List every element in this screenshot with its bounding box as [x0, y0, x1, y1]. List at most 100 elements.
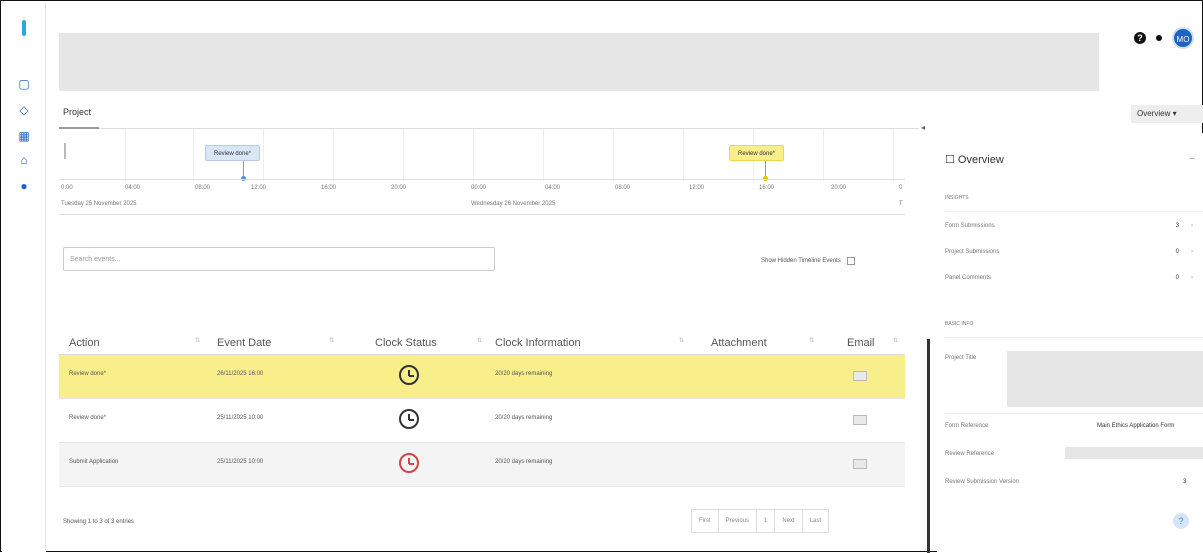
- chat-help-icon[interactable]: ?: [1173, 513, 1189, 529]
- sort-icon[interactable]: ⇅: [679, 337, 684, 344]
- column-header-clock-status[interactable]: Clock Status: [375, 337, 437, 349]
- insight-count: 3: [1175, 223, 1179, 229]
- insight-row[interactable]: Project Submissions 0 ›: [945, 249, 1199, 267]
- divider: [945, 337, 1203, 338]
- show-hidden-label: Show Hidden Timeline Events: [761, 258, 841, 264]
- clock-icon: [399, 453, 419, 473]
- form-reference-label: Form Reference: [945, 423, 989, 429]
- table-header: Action ⇅ Event Date ⇅ Clock Status ⇅ Clo…: [59, 333, 905, 355]
- search-input[interactable]: Search events...: [63, 247, 495, 271]
- clock-icon: [399, 365, 419, 385]
- left-rail: ▢ ◇ ▦ ⌂ ●: [2, 2, 46, 552]
- timeline-gridline: [823, 129, 824, 181]
- pagination-last[interactable]: Last: [803, 510, 828, 532]
- section-basic-info: BASIC INFO: [945, 321, 974, 327]
- insight-row[interactable]: Panel Comments 0 ›: [945, 275, 1199, 293]
- timeline-tick: 20:00: [391, 185, 407, 191]
- overview-panel: ☐ Overview – INSIGHTS Form Submissions 3…: [937, 133, 1203, 553]
- panel-title: ☐ Overview: [945, 154, 1004, 166]
- timeline-tick: 0:00: [61, 185, 73, 191]
- collapse-panel-icon[interactable]: ◂: [921, 123, 925, 132]
- chevron-right-icon: ›: [1191, 223, 1193, 229]
- timeline-gridline: [543, 129, 544, 181]
- timeline-tick: 0: [899, 185, 903, 191]
- panel-resize-handle[interactable]: [927, 339, 930, 553]
- settings-icon[interactable]: ●: [16, 178, 32, 194]
- minimize-icon[interactable]: –: [1189, 153, 1195, 164]
- timeline-gridline: [683, 129, 684, 181]
- divider: [945, 211, 1203, 212]
- timeline-tick: 00:00: [471, 185, 487, 191]
- email-icon[interactable]: [853, 459, 867, 469]
- project-title-label: Project Title: [945, 355, 977, 361]
- timeline-tick: 04:00: [545, 185, 561, 191]
- tab-project[interactable]: Project: [63, 107, 91, 117]
- column-header-attachment[interactable]: Attachment: [711, 337, 767, 349]
- timeline-gridline: [403, 129, 404, 181]
- sort-icon[interactable]: ⇅: [195, 337, 200, 344]
- sort-icon[interactable]: ⇅: [893, 337, 898, 344]
- insight-label: Form Submissions: [945, 223, 995, 229]
- review-submission-version-label: Review Submission Version: [945, 479, 1020, 485]
- pagination-next[interactable]: Next: [775, 510, 803, 532]
- cell-event-date: 25/11/2025 10:00: [217, 459, 264, 465]
- home-icon[interactable]: ⌂: [16, 152, 32, 168]
- email-icon[interactable]: [853, 371, 867, 381]
- timeline-gridline: [893, 129, 894, 181]
- sort-icon[interactable]: ⇅: [329, 337, 334, 344]
- table-entries-info: Showing 1 to 3 of 3 entries: [63, 519, 135, 525]
- timeline-tick: 12:00: [689, 185, 705, 191]
- overview-dropdown[interactable]: Overview ▾: [1131, 105, 1203, 123]
- pagination-first[interactable]: First: [692, 510, 719, 532]
- timeline-tick: 12:00: [251, 185, 267, 191]
- timeline-tick: 20:00: [831, 185, 847, 191]
- shield-icon[interactable]: ◇: [16, 102, 32, 118]
- timeline-gridline: [193, 129, 194, 181]
- document-icon[interactable]: ▢: [16, 76, 32, 92]
- column-header-email[interactable]: Email: [847, 337, 875, 349]
- avatar[interactable]: MO: [1172, 27, 1194, 49]
- timeline-day-label: Tuesday 25 November 2025: [61, 201, 137, 207]
- event-timeline[interactable]: Review done* Review done* 0:00 04:00 08:…: [59, 129, 905, 215]
- insight-row[interactable]: Form Submissions 3 ›: [945, 223, 1199, 241]
- grid-icon[interactable]: ▦: [16, 128, 32, 144]
- pagination-previous[interactable]: Previous: [719, 510, 758, 532]
- table-row[interactable]: Review done* 26/11/2025 16:00 20/20 days…: [59, 355, 905, 399]
- project-tabs: Project: [59, 101, 919, 129]
- cell-clock-information: 20/20 days remaining: [495, 415, 553, 421]
- email-icon[interactable]: [853, 415, 867, 425]
- insight-label: Panel Comments: [945, 275, 992, 281]
- column-header-clock-information[interactable]: Clock Information: [495, 337, 581, 349]
- insight-label: Project Submissions: [945, 249, 1000, 255]
- timeline-event-pin: [241, 161, 246, 181]
- show-hidden-toggle[interactable]: Show Hidden Timeline Events: [761, 257, 855, 265]
- timeline-event[interactable]: Review done*: [205, 145, 261, 161]
- timeline-event[interactable]: Review done*: [729, 145, 785, 161]
- chevron-right-icon: ›: [1191, 249, 1193, 255]
- timeline-gridline: [263, 129, 264, 181]
- sort-icon[interactable]: ⇅: [809, 337, 814, 344]
- pagination-page-1[interactable]: 1: [757, 510, 776, 532]
- show-hidden-checkbox[interactable]: [846, 257, 855, 265]
- cell-clock-information: 20/20 days remaining: [495, 371, 553, 377]
- timeline-tick: 08:00: [615, 185, 631, 191]
- events-table: Action ⇅ Event Date ⇅ Clock Status ⇅ Clo…: [59, 333, 905, 487]
- timeline-day-label: Wednesday 26 November 2025: [471, 201, 556, 207]
- column-header-action[interactable]: Action: [69, 337, 100, 349]
- panel-title-text: Overview: [957, 154, 1004, 166]
- table-row[interactable]: Review done* 25/11/2025 10:00 20/20 days…: [59, 399, 905, 443]
- timeline-tick: 16:00: [321, 185, 337, 191]
- insight-count: 0: [1175, 249, 1179, 255]
- cell-event-date: 25/11/2025 10:00: [217, 415, 264, 421]
- notifications-icon[interactable]: [1156, 35, 1162, 41]
- help-icon[interactable]: ?: [1134, 32, 1146, 44]
- cell-action: Review done*: [69, 415, 107, 421]
- table-row[interactable]: Submit Application 25/11/2025 10:00 20/2…: [59, 443, 905, 487]
- timeline-start-marker: [64, 143, 66, 159]
- clock-icon: [399, 409, 419, 429]
- sort-icon[interactable]: ⇅: [477, 337, 482, 344]
- column-header-event-date[interactable]: Event Date: [217, 337, 271, 349]
- insight-count: 0: [1175, 275, 1179, 281]
- timeline-event-pin: [763, 161, 768, 181]
- section-insights: INSIGHTS: [945, 195, 969, 201]
